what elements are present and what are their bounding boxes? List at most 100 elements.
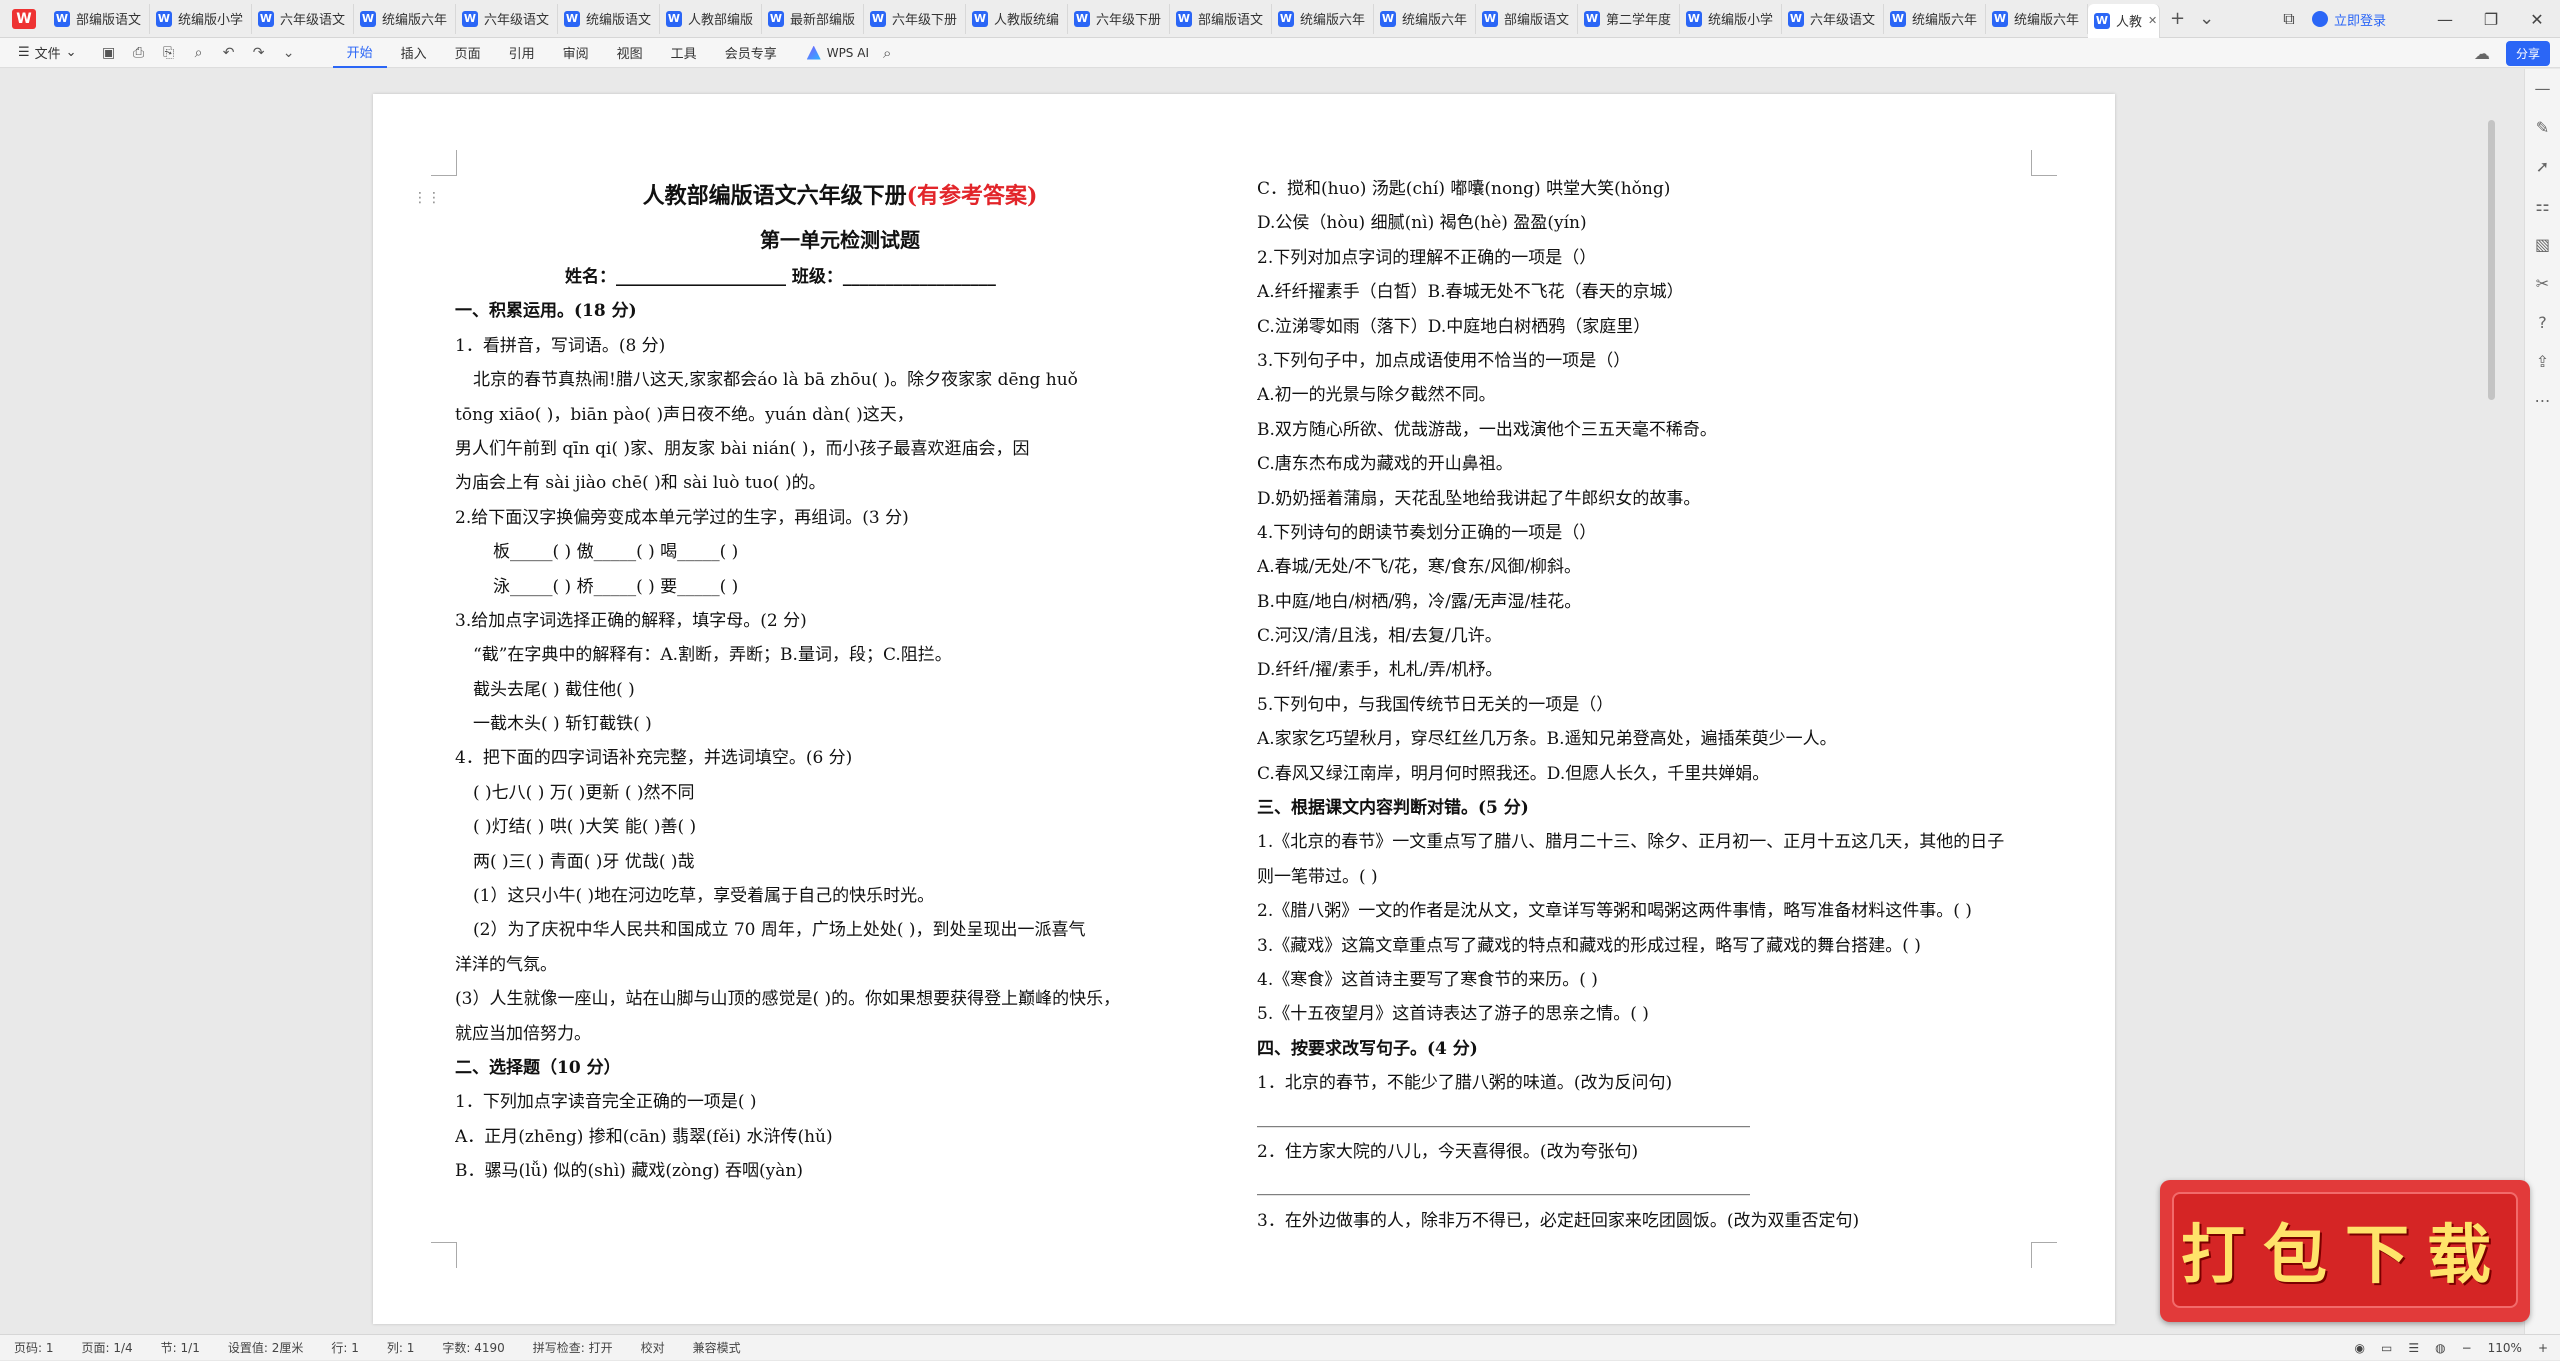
help-icon[interactable]: ? — [2538, 313, 2547, 332]
text-line: 一截木头( ) 斩钉截铁( ) — [473, 714, 652, 735]
status-row[interactable]: 行: 1 — [317, 1339, 373, 1356]
file-menu-button[interactable]: ☰ 文件 ⌄ — [18, 43, 77, 62]
restore-icon[interactable]: ❐ — [2468, 0, 2514, 38]
tools-icon[interactable]: ✂ — [2536, 274, 2549, 293]
doc-tab[interactable]: W 最新部编版 — [762, 3, 864, 34]
doc-tab[interactable]: W 人教部编版 — [660, 3, 762, 34]
menu-tab[interactable]: 视图 — [603, 38, 657, 68]
wps-logo[interactable]: W — [0, 0, 48, 38]
status-spellcheck[interactable]: 拼写检查: 打开 — [519, 1339, 627, 1356]
document-tabs: W 部编版语文 W 统编版小学 W 六年级语文 W 统编版六年 W 六年级语文 W 统编版语文 W 人教部… — [48, 0, 2160, 38]
doc-tab-label: 第二学年度 — [1606, 13, 1672, 28]
status-pages[interactable]: 页面: 1/4 — [68, 1339, 147, 1356]
menu-tab[interactable]: 审阅 — [549, 38, 603, 68]
doc-tab[interactable]: W 统编版六年 — [354, 3, 456, 34]
tab-list-dropdown-icon[interactable]: ⌄ — [2199, 8, 2214, 29]
page-view-icon[interactable]: ▭ — [2381, 1341, 2392, 1355]
status-page-code[interactable]: 页码: 1 — [0, 1339, 68, 1356]
web-view-icon[interactable]: ◍ — [2435, 1341, 2445, 1355]
menu-tab[interactable]: 工具 — [657, 38, 711, 68]
undo-icon[interactable]: ↶ — [221, 45, 237, 61]
doc-tab[interactable]: W 部编版语文 — [1476, 3, 1578, 34]
zoom-level[interactable]: 110% — [2488, 1341, 2522, 1355]
text-line: C.唐东杰布成为藏戏的开山鼻祖。 — [1257, 454, 1513, 475]
status-compat[interactable]: 兼容模式 — [679, 1339, 755, 1356]
text-line: 2.给下面汉字换偏旁变成本单元学过的生字，再组词。(3 分) — [455, 507, 909, 528]
doc-tab[interactable]: W 六年级语文 — [252, 3, 354, 34]
doc-tab[interactable]: W 六年级语文 — [1782, 3, 1884, 34]
add-tab-icon[interactable]: + — [2170, 8, 2185, 29]
doc-tab[interactable]: W 六年级语文 — [456, 3, 558, 34]
outline-view-icon[interactable]: ☰ — [2408, 1341, 2419, 1355]
text-line: 5.《十五夜望月》这首诗表达了游子的思亲之情。( ) — [1257, 1004, 1649, 1025]
doc-tab[interactable]: W 部编版语文 — [1170, 3, 1272, 34]
doc-tab[interactable]: W 统编版小学 — [1680, 3, 1782, 34]
doc-tab[interactable]: W 六年级下册 — [864, 3, 966, 34]
status-column[interactable]: 列: 1 — [373, 1339, 429, 1356]
search-icon[interactable]: ⌕ — [883, 44, 891, 62]
login-button[interactable]: 立即登录 — [2311, 10, 2386, 29]
share-button[interactable]: 分享 — [2505, 40, 2550, 66]
document-title: 人教部编版语文六年级下册(有参考答案) — [455, 172, 1225, 220]
status-setting[interactable]: 设置值: 2厘米 — [214, 1339, 318, 1356]
close-tab-icon[interactable]: ✕ — [2148, 14, 2157, 27]
drag-handle-icon[interactable]: ⋮⋮ — [413, 190, 441, 206]
doc-tab[interactable]: W 统编版语文 — [558, 3, 660, 34]
wps-ai-button[interactable]: WPS AI — [806, 45, 869, 60]
chevron-down-icon: ⌄ — [65, 45, 77, 60]
zoom-in-icon[interactable]: + — [2538, 1341, 2548, 1355]
bundle-download-button[interactable]: 打包下载 — [2160, 1180, 2530, 1322]
word-doc-icon: W — [258, 10, 274, 27]
select-cursor-icon[interactable]: ➚ — [2536, 157, 2549, 176]
menu-tab[interactable]: 开始 — [332, 38, 387, 68]
word-doc-icon: W — [564, 10, 580, 27]
eye-protection-icon[interactable]: ◉ — [2354, 1341, 2364, 1355]
layout-icon[interactable]: ⚏ — [2535, 196, 2549, 215]
doc-tab[interactable]: W 部编版语文 — [48, 3, 150, 34]
cloud-sync-icon[interactable]: ☁ — [2474, 44, 2490, 63]
status-word-count[interactable]: 字数: 4190 — [428, 1339, 518, 1356]
tile-windows-icon[interactable]: ⧉ — [2266, 0, 2312, 38]
menu-tab[interactable]: 会员专享 — [711, 38, 791, 68]
doc-tab[interactable]: W 六年级下册 — [1068, 3, 1170, 34]
status-proof[interactable]: 校对 — [627, 1339, 679, 1356]
doc-tab[interactable]: W 统编版六年 — [1374, 3, 1476, 34]
status-bar: 页码: 1 页面: 1/4 节: 1/1 设置值: 2厘米 行: 1 列: 1 … — [0, 1334, 2560, 1360]
doc-tab[interactable]: W 人教版统编 — [966, 3, 1068, 34]
doc-tab[interactable]: W 统编版六年 — [1986, 3, 2088, 34]
text-line: D.公侯（hòu) 细腻(nì) 褐色(hè) 盈盈(yín) — [1257, 213, 1587, 234]
doc-tab[interactable]: W 第二学年度 — [1578, 3, 1680, 34]
doc-tab[interactable]: W 统编版六年 — [1272, 3, 1374, 34]
text-line: (3）人生就像一座山，站在山脚与山顶的感觉是( )的。你如果想要获得登上巅峰的快… — [455, 989, 1121, 1010]
save-icon[interactable]: ▣ — [101, 45, 117, 61]
ribbon-menu-bar: ☰ 文件 ⌄ ▣ ⎙ ⎘ ⌕ ↶ ↷ ⌄ 开始 插入 页面 引用 审阅 视图 工具 会员专享 … — [0, 38, 2560, 68]
main-menu: 开始 插入 页面 引用 审阅 视图 工具 会员专享 — [332, 38, 791, 68]
menu-tab[interactable]: 页面 — [441, 38, 495, 68]
zoom-out-icon[interactable]: − — [2462, 1341, 2472, 1355]
menu-tab[interactable]: 引用 — [495, 38, 549, 68]
text-line: ( )七八( ) 万( )更新 ( )然不同 — [473, 782, 695, 803]
close-icon[interactable]: ✕ — [2514, 0, 2560, 38]
share-sidebar-icon[interactable]: ⇪ — [2536, 352, 2549, 371]
doc-tab[interactable]: W 统编版小学 — [150, 3, 252, 34]
quick-access-dropdown-icon[interactable]: ⌄ — [281, 45, 297, 61]
image-icon[interactable]: ▧ — [2535, 235, 2550, 254]
menu-tab[interactable]: 插入 — [387, 38, 441, 68]
pen-icon[interactable]: ✎ — [2536, 118, 2549, 137]
active-doc-tab[interactable]: W 人教 ✕ — [2088, 3, 2160, 38]
redo-icon[interactable]: ↷ — [251, 45, 267, 61]
print-preview-icon[interactable]: ⌕ — [191, 45, 207, 61]
vertical-scrollbar[interactable] — [2488, 120, 2495, 400]
word-doc-icon: W — [666, 10, 682, 27]
collapse-icon[interactable]: — — [2535, 79, 2551, 98]
more-icon[interactable]: ⋯ — [2535, 391, 2551, 410]
document-page[interactable]: ⋮⋮ 人教部编版语文六年级下册(有参考答案) 第一单元检测试题 姓名：_____… — [373, 94, 2115, 1324]
print-icon[interactable]: ⎘ — [161, 45, 177, 61]
text-line: 2.《腊八粥》一文的作者是沈从文，文章详写等粥和喝粥这两件事情，略写准备材料这件… — [1257, 901, 1972, 922]
doc-tab[interactable]: W 统编版六年 — [1884, 3, 1986, 34]
right-sidebar: — ✎ ➚ ⚏ ▧ ✂ ? ⇪ ⋯ — [2524, 69, 2560, 1334]
status-section[interactable]: 节: 1/1 — [147, 1339, 214, 1356]
minimize-icon[interactable]: — — [2422, 0, 2468, 38]
title-answer-note: (有参考答案) — [906, 183, 1038, 209]
export-pdf-icon[interactable]: ⎙ — [131, 45, 147, 61]
